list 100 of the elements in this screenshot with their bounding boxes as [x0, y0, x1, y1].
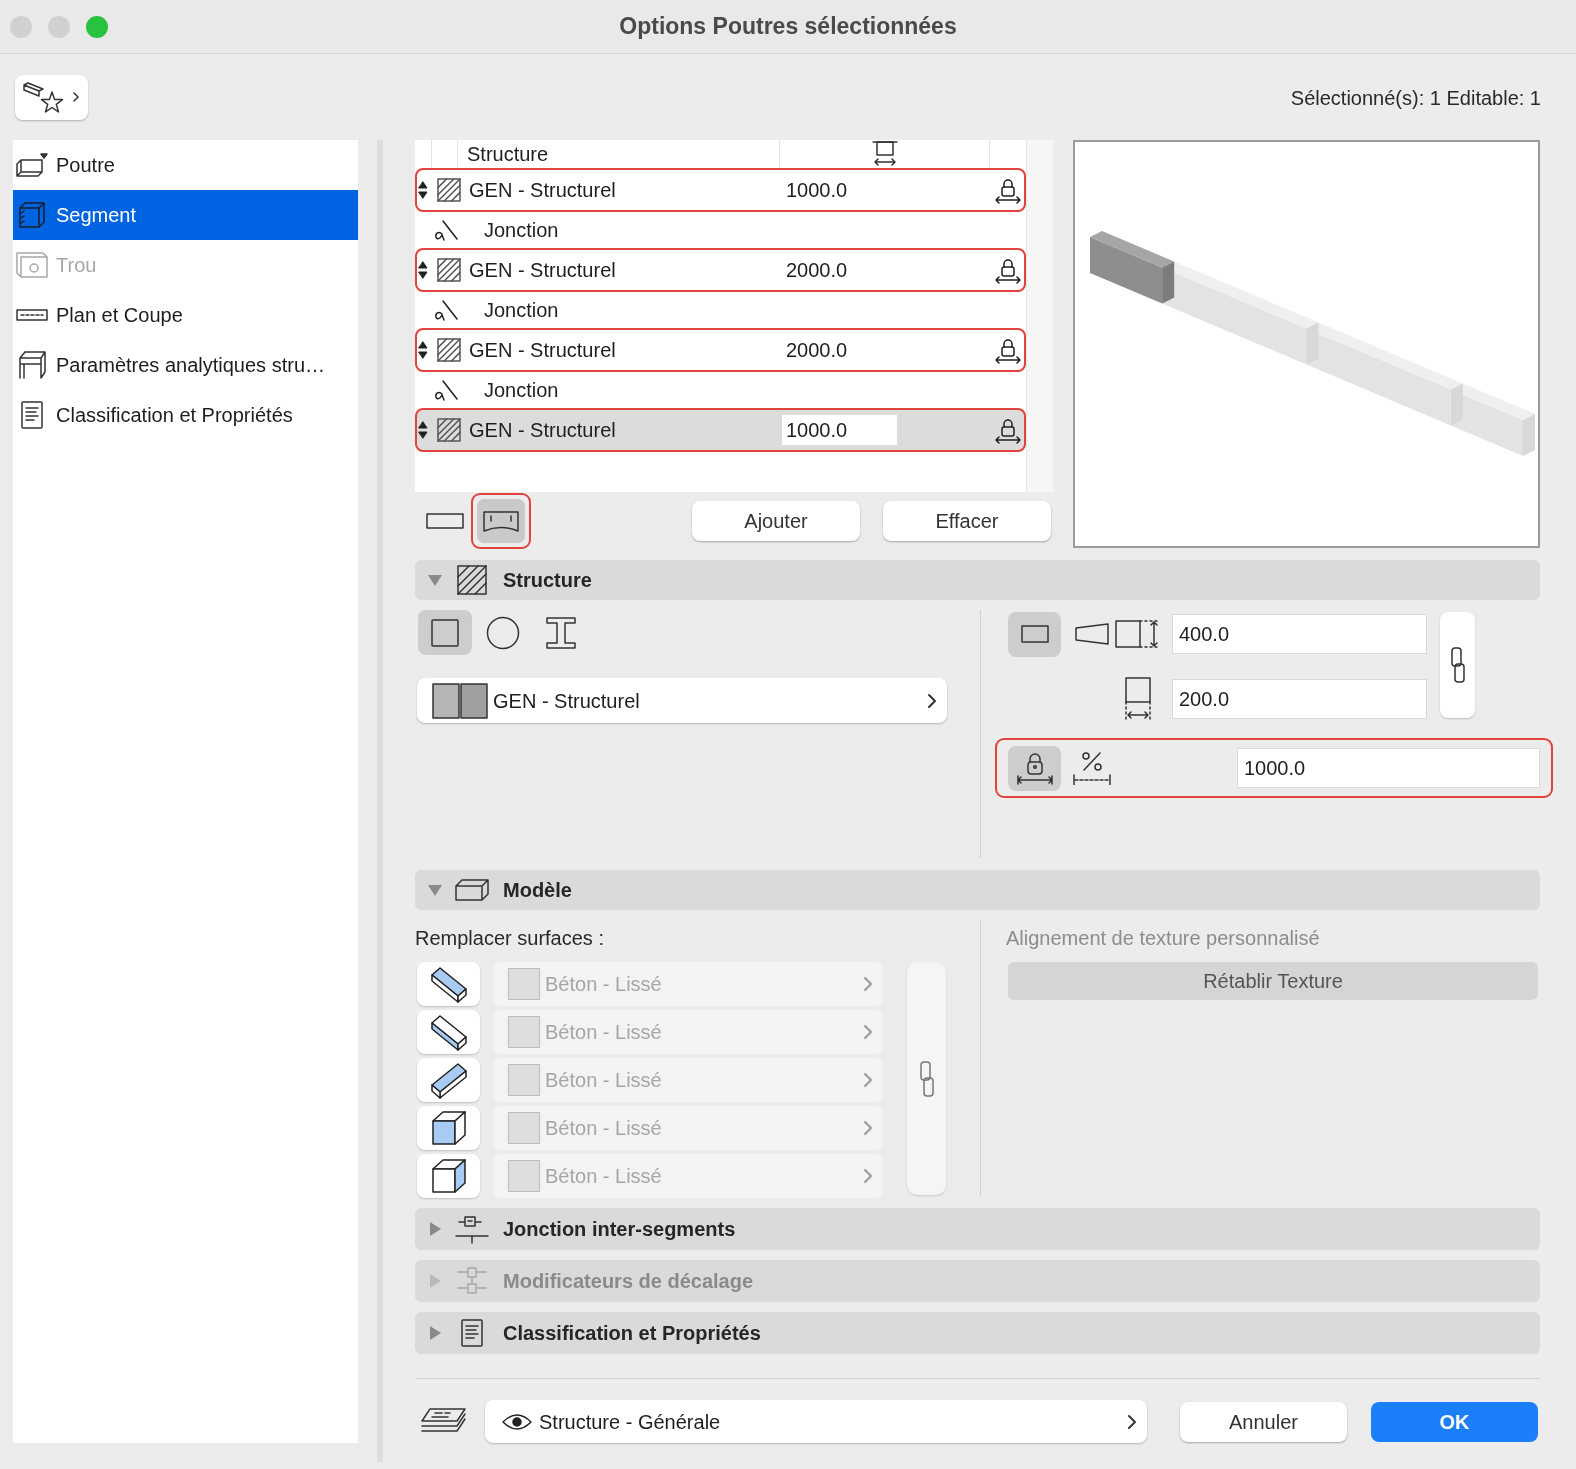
angle-icon — [434, 379, 458, 401]
beam-icon — [16, 153, 48, 177]
width-dimension-icon — [1125, 677, 1151, 721]
height-field[interactable]: 400.0 — [1172, 614, 1427, 654]
texture-alignment-label: Alignement de texture personnalisé — [1006, 926, 1321, 951]
lock-length-icon — [995, 416, 1021, 444]
length-field[interactable]: 1000.0 — [1237, 748, 1540, 788]
surface-face-button[interactable] — [417, 962, 480, 1006]
surface-face-button[interactable] — [417, 1154, 480, 1198]
segment-name: GEN - Structurel — [469, 258, 617, 283]
sidebar-item[interactable]: Segment — [13, 190, 358, 240]
chevron-right-icon — [927, 692, 937, 709]
sidebar-item[interactable]: Plan et Coupe — [13, 290, 358, 340]
material-dropdown[interactable]: GEN - Structurel — [417, 678, 947, 723]
segment-row[interactable]: GEN - Structurel 2000.0 — [415, 328, 1026, 372]
frame-icon — [18, 351, 46, 379]
push-button[interactable]: Effacer — [883, 501, 1051, 541]
section-header[interactable]: Structure — [415, 560, 1540, 600]
document-icon — [461, 1319, 483, 1347]
segment-row[interactable]: GEN - Structurel 1000.0 — [415, 408, 1026, 452]
straight-beam-icon — [426, 513, 464, 529]
link-button[interactable] — [1440, 612, 1475, 718]
surface-face-button[interactable] — [417, 1010, 480, 1054]
uniform-section-button[interactable] — [1008, 611, 1061, 657]
segment-name: GEN - Structurel — [469, 338, 617, 363]
push-button[interactable]: Ajouter — [692, 501, 860, 541]
section-header[interactable]: Classification et Propriétés — [415, 1312, 1540, 1354]
lock-length-icon — [995, 336, 1021, 364]
chevron-right-icon — [863, 1168, 873, 1184]
beam-face-icon — [429, 965, 468, 1003]
column-header: Structure — [467, 142, 549, 167]
window-title: Options Poutres sélectionnées — [618, 12, 958, 42]
ok-button[interactable]: OK — [1371, 1401, 1538, 1442]
hatch-swatch-icon — [437, 178, 461, 202]
box-icon — [455, 879, 489, 901]
reorder-arrows-icon — [418, 421, 428, 439]
tapered-section-icon — [1075, 623, 1109, 645]
lock-dimension-icon — [1016, 751, 1053, 785]
rectangle-shape-button[interactable] — [418, 610, 472, 655]
selection-info: Sélectionné(s): 1 Editable: 1 — [1290, 85, 1541, 111]
length-cell-text: 1000.0 — [785, 178, 849, 203]
material-swatch-icon — [508, 1064, 540, 1096]
hatch-swatch-icon — [437, 258, 461, 282]
length-field[interactable]: 1000.0 — [782, 415, 897, 445]
material-swatch-icon — [508, 1112, 540, 1144]
material-swatch-icon — [508, 1160, 540, 1192]
rectangle-section-icon — [1020, 625, 1049, 643]
lock-length-icon — [995, 256, 1021, 284]
beam-face-icon — [429, 1013, 468, 1051]
i-beam-icon — [546, 616, 576, 649]
sidebar-item[interactable]: Classification et Propriétés — [13, 390, 358, 440]
junction-name: Jonction — [484, 298, 559, 323]
hatch-swatch-icon — [437, 418, 461, 442]
chain-link-icon — [1450, 647, 1465, 683]
reorder-arrows-icon — [418, 341, 428, 359]
layer-dropdown[interactable]: Structure - Générale — [485, 1400, 1147, 1443]
beam-face-icon — [429, 1157, 468, 1195]
circle-icon — [486, 615, 520, 650]
material-swatch-icon — [432, 682, 488, 719]
chevron-right-icon — [863, 976, 873, 992]
haunched-beam-icon — [483, 510, 519, 532]
plan-section-icon — [16, 308, 48, 322]
junction-name: Jonction — [484, 218, 559, 243]
beam-face-icon — [429, 1061, 468, 1099]
sidebar-item[interactable]: Poutre — [13, 140, 358, 190]
angle-icon — [434, 219, 458, 241]
lock-length-icon — [995, 176, 1021, 204]
segment-row[interactable]: GEN - Structurel 2000.0 — [415, 248, 1026, 292]
fixed-length-button[interactable] — [1008, 745, 1061, 791]
haunched-profile-button[interactable] — [477, 499, 525, 543]
section-header[interactable]: Modèle — [415, 870, 1540, 910]
junction-name: Jonction — [484, 378, 559, 403]
material-swatch-icon — [508, 1016, 540, 1048]
width-field[interactable]: 200.0 — [1172, 679, 1427, 719]
segment-name: GEN - Structurel — [469, 178, 617, 203]
material-swatch-icon — [508, 968, 540, 1000]
segment-row[interactable]: GEN - Structurel 1000.0 — [415, 168, 1026, 212]
reorder-arrows-icon — [418, 261, 428, 279]
angle-icon — [434, 299, 458, 321]
sidebar-item[interactable]: Paramètres analytiques stru… — [13, 340, 358, 390]
section-header[interactable]: Jonction inter-segments — [415, 1208, 1540, 1250]
surface-face-button[interactable] — [417, 1058, 480, 1102]
hatch-swatch-icon — [437, 338, 461, 362]
cancel-button[interactable]: Annuler — [1180, 1401, 1347, 1442]
width-arrows-icon — [871, 141, 898, 167]
eye-icon — [502, 1412, 532, 1431]
hatch-pattern-icon — [457, 565, 487, 595]
reorder-arrows-icon — [418, 181, 428, 199]
surface-face-button[interactable] — [417, 1106, 480, 1150]
square-icon — [431, 618, 459, 647]
cube-icon — [18, 202, 46, 228]
length-cell-text: 2000.0 — [785, 258, 849, 283]
height-dimension-icon — [1115, 619, 1161, 649]
chevron-right-icon — [1127, 1413, 1137, 1430]
favorites-star-icon — [21, 80, 82, 115]
surfaces-label: Remplacer surfaces : — [415, 926, 605, 951]
document-icon — [21, 401, 43, 429]
segment-name: GEN - Structurel — [469, 418, 617, 443]
favorites-button[interactable] — [15, 75, 88, 120]
length-cell-text: 2000.0 — [785, 338, 849, 363]
